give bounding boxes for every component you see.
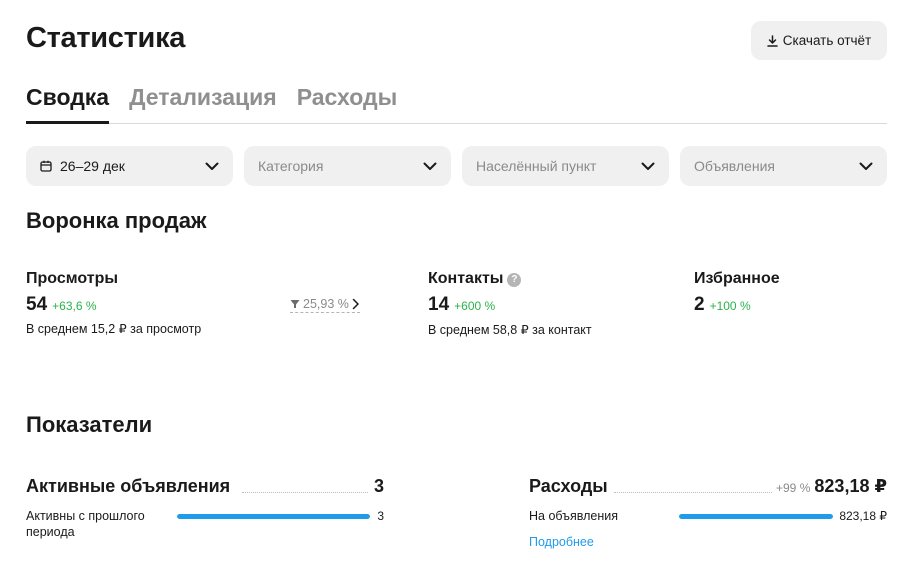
views-value-group: 54 +63,6 % — [26, 294, 97, 316]
city-filter[interactable]: Населённый пункт — [462, 146, 669, 186]
active-listings-bar-fill — [177, 514, 370, 519]
contacts-value-group: 14 +600 % — [428, 294, 495, 316]
tab-expenses[interactable]: Расходы — [297, 82, 398, 124]
conversion-value: 25,93 % — [303, 297, 349, 311]
favorites-value-group: 2 +100 % — [694, 294, 751, 316]
views-average: В среднем 15,2 ₽ за просмотр — [26, 322, 202, 336]
tab-details[interactable]: Детализация — [129, 82, 277, 124]
favorites-delta: +100 % — [709, 299, 751, 313]
dotted-leader — [614, 492, 772, 493]
chevron-down-icon — [859, 162, 873, 170]
favorites-label: Избранное — [694, 270, 780, 287]
expenses-bar — [679, 514, 833, 519]
listings-filter[interactable]: Объявления — [680, 146, 887, 186]
expenses-value: 823,18 ₽ — [814, 476, 887, 496]
calendar-icon — [40, 160, 52, 172]
expenses-bar-fill — [679, 514, 833, 519]
chevron-right-icon — [352, 298, 359, 310]
active-listings-sub-label: Активны с прошлого периода — [26, 509, 145, 539]
active-listings-value: 3 — [373, 476, 384, 496]
conversion-link[interactable]: 25,93 % — [290, 297, 360, 313]
expenses-bar-value: 823,18 ₽ — [839, 509, 887, 523]
tabs: Сводка Детализация Расходы — [26, 82, 887, 124]
views-label: Просмотры — [26, 270, 119, 287]
chevron-down-icon — [423, 162, 437, 170]
page-title: Статистика — [26, 22, 186, 54]
download-report-button[interactable]: Скачать отчёт — [751, 21, 887, 60]
expenses-sub-label: На объявления — [529, 509, 618, 523]
contacts-value: 14 — [428, 294, 450, 315]
funnel-title: Воронка продаж — [26, 208, 207, 233]
expenses-details-link[interactable]: Подробнее — [529, 535, 594, 549]
contacts-label: Контакты — [428, 270, 504, 287]
funnel-icon — [290, 300, 300, 308]
city-filter-placeholder: Населённый пункт — [476, 158, 597, 174]
indicators-title: Показатели — [26, 412, 153, 437]
chevron-down-icon — [205, 162, 219, 170]
category-filter[interactable]: Категория — [244, 146, 451, 186]
favorites-value: 2 — [694, 294, 705, 315]
active-listings-bar — [177, 514, 370, 519]
tab-summary[interactable]: Сводка — [26, 82, 110, 124]
date-filter-value: 26–29 дек — [60, 158, 125, 174]
category-filter-placeholder: Категория — [258, 158, 324, 174]
date-filter[interactable]: 26–29 дек — [26, 146, 233, 186]
info-icon[interactable]: ? — [507, 273, 522, 287]
contacts-average: В среднем 58,8 ₽ за контакт — [428, 323, 592, 337]
views-delta: +63,6 % — [52, 299, 97, 313]
expenses-label: Расходы — [529, 476, 608, 496]
active-listings-bar-value: 3 — [377, 509, 384, 523]
contacts-delta: +600 % — [454, 299, 496, 313]
download-report-label: Скачать отчёт — [782, 33, 872, 48]
contacts-label-group: Контакты? — [428, 270, 522, 288]
chevron-down-icon — [641, 162, 655, 170]
active-listings-label: Активные объявления — [26, 476, 231, 496]
listings-filter-placeholder: Объявления — [694, 158, 775, 174]
views-value: 54 — [26, 294, 48, 315]
download-icon — [767, 34, 778, 47]
